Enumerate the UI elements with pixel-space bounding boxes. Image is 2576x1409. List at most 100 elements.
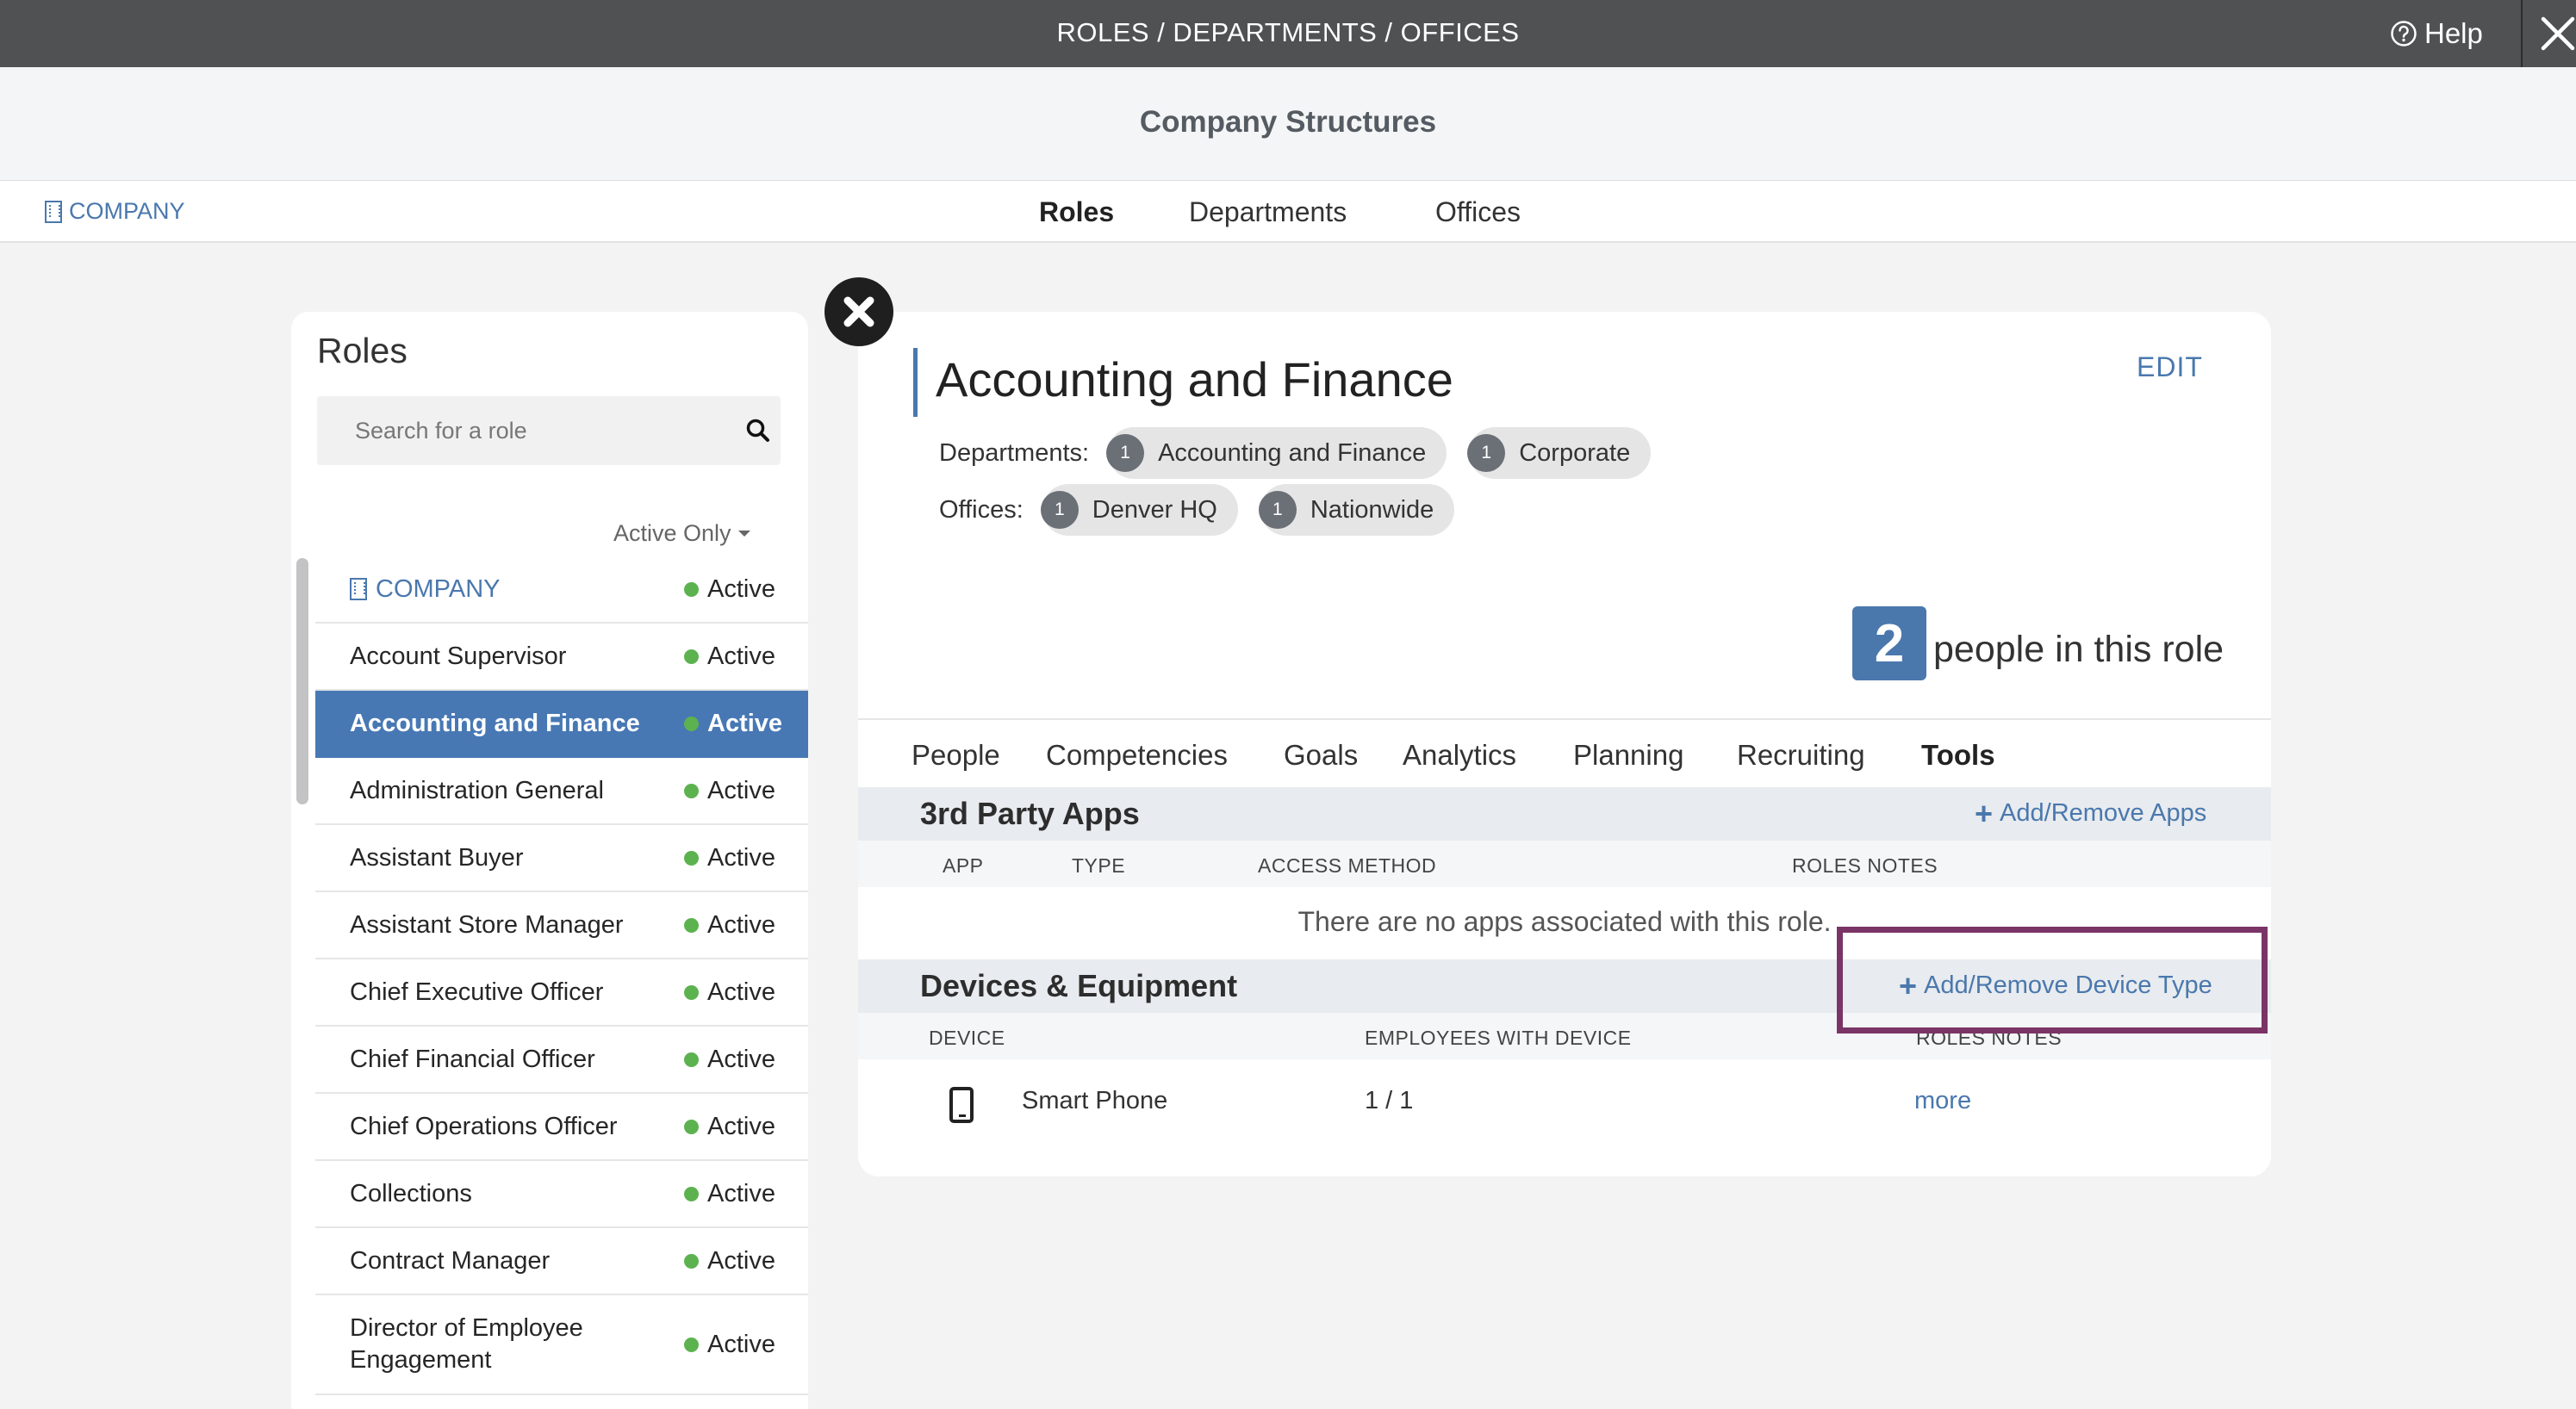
role-name: Accounting and Finance bbox=[350, 709, 640, 737]
tab-people[interactable]: People bbox=[912, 739, 1000, 772]
plus-icon: + bbox=[1975, 795, 1994, 831]
table-row: Smart Phone 1 / 1 more bbox=[858, 1059, 2271, 1145]
close-detail-button[interactable] bbox=[824, 277, 893, 346]
tab-roles[interactable]: Roles bbox=[1039, 196, 1114, 228]
role-item-selected[interactable]: Accounting and Finance Active bbox=[315, 691, 808, 758]
column-header-roles-notes: ROLES NOTES bbox=[1792, 854, 1938, 877]
active-dot-icon bbox=[684, 1186, 699, 1201]
tab-departments[interactable]: Departments bbox=[1189, 196, 1347, 228]
role-item[interactable]: Chief Operations Officer Active bbox=[315, 1094, 808, 1161]
active-dot-icon bbox=[684, 783, 699, 798]
tab-goals[interactable]: Goals bbox=[1284, 739, 1358, 772]
role-item[interactable]: Director of Employee Engagement Active bbox=[315, 1295, 808, 1395]
add-remove-apps-label: Add/Remove Apps bbox=[2000, 799, 2207, 827]
role-name: Contract Manager bbox=[350, 1246, 551, 1275]
tab-competencies[interactable]: Competencies bbox=[1046, 739, 1228, 772]
search-icon[interactable] bbox=[744, 417, 772, 444]
role-name: Account Supervisor bbox=[350, 642, 567, 670]
role-item-company[interactable]: COMPANY Active bbox=[315, 556, 808, 624]
role-item[interactable]: Assistant Buyer Active bbox=[315, 825, 808, 892]
role-name: Chief Executive Officer bbox=[350, 978, 604, 1006]
role-status: Active bbox=[684, 624, 775, 689]
role-item[interactable]: Assistant Store Manager Active bbox=[315, 892, 808, 959]
search-input[interactable] bbox=[317, 396, 731, 465]
active-dot-icon bbox=[684, 581, 699, 597]
apps-empty-message: There are no apps associated with this r… bbox=[1297, 906, 1832, 937]
role-status-text: Active bbox=[707, 709, 783, 737]
role-item[interactable]: Contract Manager Active bbox=[315, 1228, 808, 1295]
help-label: Help bbox=[2424, 17, 2483, 49]
employees-with-device: 1 / 1 bbox=[1365, 1087, 1414, 1114]
close-icon[interactable] bbox=[2536, 12, 2576, 55]
role-name: Collections bbox=[350, 1179, 472, 1207]
role-search bbox=[317, 396, 781, 465]
tab-planning[interactable]: Planning bbox=[1573, 739, 1683, 772]
role-status-text: Active bbox=[707, 1246, 775, 1275]
role-item[interactable]: Collections Active bbox=[315, 1161, 808, 1228]
role-status: Active bbox=[684, 892, 775, 958]
role-item[interactable]: Chief Executive Officer Active bbox=[315, 959, 808, 1027]
role-name: Assistant Buyer bbox=[350, 843, 524, 872]
help-button[interactable]: Help bbox=[2390, 0, 2483, 67]
edit-button[interactable]: EDIT bbox=[2137, 351, 2203, 383]
role-status: Active bbox=[684, 1027, 775, 1092]
office-pill[interactable]: 1 Nationwide bbox=[1258, 484, 1455, 536]
role-status-text: Active bbox=[707, 1112, 775, 1140]
tab-analytics[interactable]: Analytics bbox=[1403, 739, 1516, 772]
roles-scrollbar[interactable] bbox=[296, 558, 308, 804]
role-item[interactable]: Chief Financial Officer Active bbox=[315, 1027, 808, 1094]
active-dot-icon bbox=[684, 850, 699, 866]
count-badge: 1 bbox=[1106, 434, 1145, 472]
department-pill[interactable]: 1 Accounting and Finance bbox=[1106, 427, 1447, 479]
roles-panel: Roles Active Only COMPANY Active Account… bbox=[291, 312, 808, 1409]
role-status-text: Active bbox=[707, 1179, 775, 1207]
status-filter-dropdown[interactable]: Active Only bbox=[613, 520, 750, 547]
add-remove-device-type-label: Add/Remove Device Type bbox=[1924, 971, 2212, 999]
role-status: Active bbox=[684, 1295, 775, 1393]
add-remove-apps-button[interactable]: + Add/Remove Apps bbox=[1975, 795, 2207, 831]
office-pill[interactable]: 1 Denver HQ bbox=[1040, 484, 1238, 536]
role-status: Active bbox=[684, 1161, 775, 1226]
role-list: COMPANY Active Account Supervisor Active… bbox=[315, 556, 808, 1395]
company-link[interactable]: COMPANY bbox=[45, 198, 185, 225]
column-header-app: APP bbox=[943, 854, 984, 877]
role-name-text: COMPANY bbox=[376, 574, 501, 603]
department-pill[interactable]: 1 Corporate bbox=[1467, 427, 1652, 479]
active-dot-icon bbox=[684, 1052, 699, 1067]
role-status-text: Active bbox=[707, 574, 775, 603]
role-status-text: Active bbox=[707, 776, 775, 804]
page-title: Company Structures bbox=[1139, 105, 1437, 139]
column-header-access-method: ACCESS METHOD bbox=[1258, 854, 1437, 877]
tab-tools[interactable]: Tools bbox=[1921, 739, 1995, 772]
role-name: Chief Operations Officer bbox=[350, 1112, 618, 1140]
tab-offices[interactable]: Offices bbox=[1435, 196, 1521, 228]
column-header-type: TYPE bbox=[1072, 854, 1126, 877]
window-title: ROLES / DEPARTMENTS / OFFICES bbox=[1056, 17, 1520, 47]
role-status: Active bbox=[684, 691, 782, 756]
role-status-text: Active bbox=[707, 978, 775, 1006]
add-remove-device-type-button[interactable]: + Add/Remove Device Type bbox=[1899, 967, 2212, 1003]
office-name: Denver HQ bbox=[1092, 495, 1217, 524]
role-status-text: Active bbox=[707, 910, 775, 939]
active-dot-icon bbox=[684, 716, 699, 731]
role-item[interactable]: Administration General Active bbox=[315, 758, 808, 825]
offices-row: Offices: 1 Denver HQ 1 Nationwide bbox=[939, 484, 1455, 536]
role-name: Administration General bbox=[350, 776, 604, 804]
role-status: Active bbox=[684, 1228, 775, 1294]
role-status: Active bbox=[684, 1094, 775, 1159]
column-header-device: DEVICE bbox=[929, 1027, 1005, 1049]
role-name: Assistant Store Manager bbox=[350, 910, 624, 939]
role-item[interactable]: Account Supervisor Active bbox=[315, 624, 808, 691]
help-icon bbox=[2391, 21, 2417, 47]
count-badge: 1 bbox=[1258, 491, 1297, 529]
column-header-employees-with-device: EMPLOYEES WITH DEVICE bbox=[1365, 1027, 1632, 1049]
roles-heading: Roles bbox=[317, 331, 408, 370]
apps-section-header: 3rd Party Apps + Add/Remove Apps bbox=[858, 787, 2271, 841]
department-name: Accounting and Finance bbox=[1158, 438, 1427, 467]
tab-recruiting[interactable]: Recruiting bbox=[1737, 739, 1865, 772]
role-status-text: Active bbox=[707, 642, 775, 670]
people-count: 2 people in this role bbox=[1852, 606, 2224, 680]
plus-icon: + bbox=[1899, 967, 1918, 1003]
more-link[interactable]: more bbox=[1914, 1087, 1971, 1115]
detail-tabs: People Competencies Goals Analytics Plan… bbox=[858, 718, 2271, 787]
